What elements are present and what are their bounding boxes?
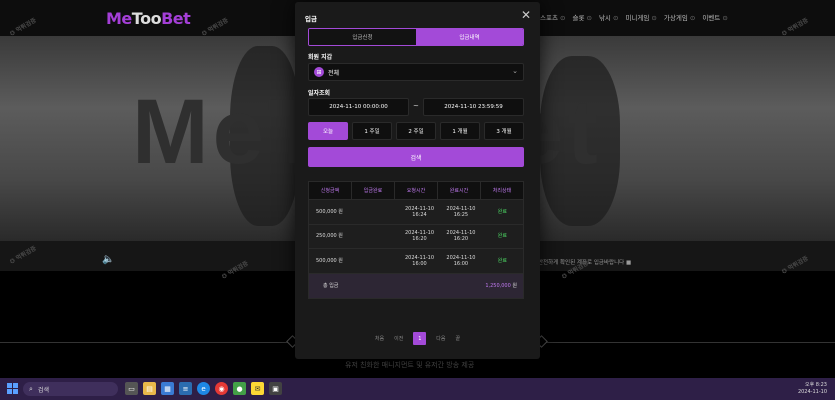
table-header: 신청금액 입금완료 요청시간 완료시간 처리상태 xyxy=(309,182,523,200)
messenger-icon[interactable]: ● xyxy=(233,382,246,395)
wallet-select[interactable]: ⊞ 전체 ⌄ xyxy=(308,63,524,81)
cell-amount: 500,000 원 xyxy=(316,208,343,215)
site-logo[interactable]: MeTooBet xyxy=(106,9,191,28)
range-1month-button[interactable]: 1 개월 xyxy=(440,122,480,140)
chevron-down-icon: ⌄ xyxy=(512,67,518,75)
cell-finish-time: 2024-11-10 16:25 xyxy=(446,205,476,218)
search-icon: ⌕ xyxy=(29,384,33,393)
chrome-browser-icon[interactable]: ◉ xyxy=(215,382,228,395)
table-row: 500,000 원 2024-11-10 16:00 2024-11-10 16… xyxy=(309,249,523,274)
date-separator: ~ xyxy=(413,102,419,110)
page-last-button[interactable]: 끝 xyxy=(456,335,461,342)
cell-done xyxy=(357,225,398,249)
cell-status: 완료 xyxy=(497,257,507,264)
cell-finish-time: 2024-11-10 16:00 xyxy=(446,254,476,267)
monitor-app-icon[interactable]: ▣ xyxy=(269,382,282,395)
tab-deposit-history[interactable]: 입금내역 xyxy=(416,29,523,45)
taskbar-search[interactable]: ⌕ 검색 xyxy=(23,382,118,396)
page-first-button[interactable]: 처음 xyxy=(375,335,384,342)
cell-status: 완료 xyxy=(497,208,507,215)
table-row: 250,000 원 2024-11-10 16:20 2024-11-10 16… xyxy=(309,224,523,249)
page-current-button[interactable]: 1 xyxy=(413,332,427,345)
pagination: 처음 이전 1 다음 끝 xyxy=(295,332,540,345)
cell-request-time: 2024-11-10 16:20 xyxy=(404,230,435,243)
file-explorer-icon[interactable]: ▤ xyxy=(143,382,156,395)
range-3month-button[interactable]: 3 개월 xyxy=(484,122,524,140)
wallet-label: 회원 지갑 xyxy=(308,54,333,61)
deposit-modal: 입금 ✕ 입금신청 입금내역 회원 지갑 ⊞ 전체 ⌄ 일자조회 2024-11… xyxy=(295,2,540,359)
page-next-button[interactable]: 다음 xyxy=(436,335,445,342)
nav-item-sports[interactable]: 스포츠 xyxy=(540,12,565,22)
system-clock[interactable]: 오후 8:23 2024-11-10 xyxy=(798,382,827,395)
footer-tagline: 유저 친화한 매니지먼트 및 유저간 방송 제공 xyxy=(345,361,475,369)
task-view-icon[interactable]: ▭ xyxy=(125,382,138,395)
range-2week-button[interactable]: 2 주일 xyxy=(396,122,436,140)
table-row: 500,000 원 2024-11-10 16:24 2024-11-10 16… xyxy=(309,200,523,225)
search-button[interactable]: 검색 xyxy=(308,147,524,167)
date-to-input[interactable]: 2024-11-10 23:59:59 xyxy=(423,98,524,116)
col-deposit-done: 입금완료 xyxy=(352,182,395,199)
windows-start-icon[interactable] xyxy=(7,383,18,394)
nav-item-event[interactable]: 이벤트 xyxy=(702,12,727,22)
cell-status: 완료 xyxy=(497,233,507,240)
cell-amount: 250,000 원 xyxy=(316,233,343,240)
nav-item-fishing[interactable]: 낚시 xyxy=(599,12,618,22)
wallet-value: 전체 xyxy=(328,69,340,77)
modal-title: 입금 xyxy=(305,15,317,23)
edge-browser-icon[interactable]: e xyxy=(197,382,210,395)
date-label: 일자조회 xyxy=(308,90,331,97)
taskbar-apps: ▭ ▤ ▦ ≡ e ◉ ● ✉ ▣ xyxy=(125,382,282,395)
cell-done xyxy=(357,249,398,273)
total-value: 1,250,000 원 xyxy=(485,283,517,289)
calculator-icon[interactable]: ▦ xyxy=(161,382,174,395)
page-prev-button[interactable]: 이전 xyxy=(394,335,403,342)
site-nav: 스포츠 슬롯 낚시 미니게임 가상게임 이벤트 xyxy=(540,12,728,22)
deposit-history-table: 신청금액 입금완료 요청시간 완료시간 처리상태 500,000 원 2024-… xyxy=(308,181,524,299)
total-label: 총 입금 xyxy=(323,283,339,289)
windows-taskbar: ⌕ 검색 ▭ ▤ ▦ ≡ e ◉ ● ✉ ▣ 오후 8:23 2024-11-1… xyxy=(0,378,835,400)
col-finish-time: 완료시간 xyxy=(438,182,481,199)
cell-request-time: 2024-11-10 16:00 xyxy=(404,254,435,267)
cell-amount: 500,000 원 xyxy=(316,257,343,264)
kakaotalk-icon[interactable]: ✉ xyxy=(251,382,264,395)
nav-item-slots[interactable]: 슬롯 xyxy=(572,12,591,22)
taskbar-search-placeholder: 검색 xyxy=(37,386,49,394)
cell-request-time: 2024-11-10 16:24 xyxy=(404,205,435,218)
tab-deposit-request[interactable]: 입금신청 xyxy=(309,29,416,45)
range-today-button[interactable]: 오늘 xyxy=(308,122,348,140)
cell-finish-time: 2024-11-10 16:20 xyxy=(446,230,476,243)
table-total-row: 총 입금 1,250,000 원 xyxy=(309,273,523,298)
speaker-icon: 🔈 xyxy=(102,254,115,265)
notepad-icon[interactable]: ≡ xyxy=(179,382,192,395)
col-status: 처리상태 xyxy=(492,188,512,194)
col-request-time: 요청시간 xyxy=(395,182,438,199)
range-1week-button[interactable]: 1 주일 xyxy=(352,122,392,140)
deposit-tabs: 입금신청 입금내역 xyxy=(308,28,524,46)
clock-date: 2024-11-10 xyxy=(797,388,827,395)
close-icon[interactable]: ✕ xyxy=(521,8,531,22)
cell-done xyxy=(357,200,398,224)
col-request-amount: 신청금액 xyxy=(309,182,352,199)
nav-item-minigame[interactable]: 미니게임 xyxy=(625,12,656,22)
grid-icon: ⊞ xyxy=(314,67,324,77)
nav-item-virtual[interactable]: 가상게임 xyxy=(664,12,695,22)
date-from-input[interactable]: 2024-11-10 00:00:00 xyxy=(308,98,409,116)
